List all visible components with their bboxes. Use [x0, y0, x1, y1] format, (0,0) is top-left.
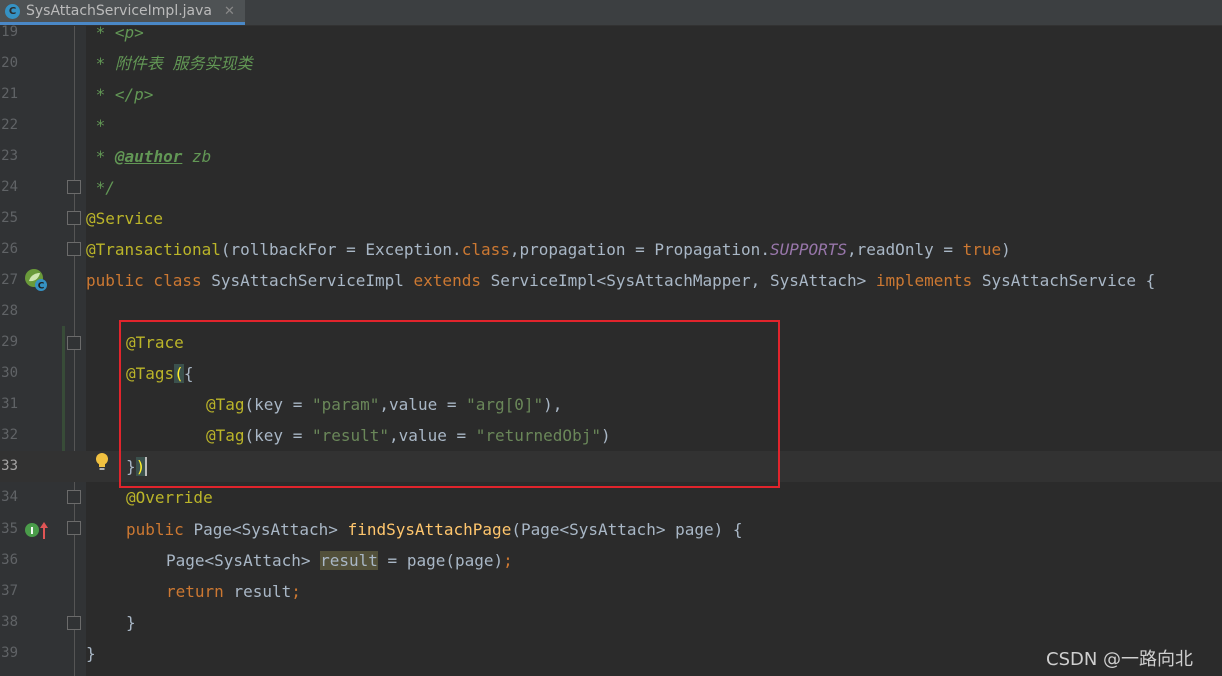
code-line: 35 public Page<SysAttach> findSysAttachP…: [0, 514, 1222, 545]
class-name: SysAttachServiceImpl: [211, 271, 414, 290]
line-number: 22: [1, 117, 18, 133]
code-line: 36 Page<SysAttach> result = page(page);: [0, 545, 1222, 576]
static-field: SUPPORTS: [769, 240, 848, 259]
line-number: 19: [1, 24, 18, 40]
variable-usage: result: [320, 551, 378, 570]
lightbulb-icon[interactable]: [95, 452, 109, 472]
svg-text:I: I: [30, 526, 34, 537]
method-name: findSysAttachPage: [347, 520, 512, 539]
code-line: 38 }: [0, 607, 1222, 638]
code-text: public class SysAttachServiceImpl extend…: [86, 265, 1155, 296]
code-line: 27 public class SysAttachServiceImpl ext…: [0, 265, 1222, 296]
line-number: 31: [1, 396, 18, 412]
fold-marker[interactable]: [67, 521, 81, 535]
code-text: Page<SysAttach> result = page(page);: [166, 545, 513, 576]
line-number: 27: [1, 272, 18, 288]
keyword: public: [126, 520, 194, 539]
keyword: public class: [86, 271, 212, 290]
keyword: extends: [413, 271, 491, 290]
code-line: 20 * 附件表 服务实现类: [0, 48, 1222, 79]
code-text: * </p>: [86, 85, 154, 104]
code-line: 23 * @author zb: [0, 141, 1222, 172]
svg-text:C: C: [38, 282, 45, 292]
line-number: 20: [1, 55, 18, 71]
code-text: *: [86, 116, 106, 135]
code-text: }: [126, 613, 136, 632]
doc-text: zb: [182, 147, 212, 166]
code-text: }: [86, 644, 96, 663]
code-text: * 附件表 服务实现类: [86, 54, 253, 73]
code-line: 24 */: [0, 172, 1222, 203]
keyword: implements: [875, 271, 982, 290]
code-line: 21 * </p>: [0, 79, 1222, 110]
keyword: class: [461, 240, 510, 259]
spring-bean-icon[interactable]: C: [24, 268, 48, 292]
code-line: 19 * <p>: [0, 17, 1222, 48]
line-number: 33: [1, 458, 18, 474]
keyword: true: [962, 240, 1002, 259]
semicolon: ;: [291, 582, 301, 601]
code-text: * @author zb: [86, 141, 212, 172]
watermark: CSDN @一路向北⁠: [1046, 649, 1194, 670]
annotation: @Transactional: [86, 240, 221, 259]
code-fragment: ,readOnly =: [847, 240, 963, 259]
implements-method-icon[interactable]: I: [24, 519, 50, 541]
line-number: 38: [1, 614, 18, 630]
code-fragment: ServiceImpl<SysAttachMapper, SysAttach>: [490, 271, 876, 290]
line-number: 21: [1, 86, 18, 102]
fold-marker[interactable]: [67, 490, 81, 504]
code-text: @Service: [86, 209, 164, 228]
doc-text: *: [86, 147, 115, 166]
code-line: 39 }: [0, 638, 1222, 669]
line-number: 32: [1, 427, 18, 443]
code-line: 22 *: [0, 110, 1222, 141]
code-fragment: (rollbackFor = Exception.: [220, 240, 462, 259]
code-fragment: Page<SysAttach>: [193, 520, 348, 539]
line-number: 23: [1, 148, 18, 164]
code-line: 25 @Service: [0, 203, 1222, 234]
code-fragment: Page<SysAttach>: [166, 551, 321, 570]
code-text: return result;: [166, 576, 301, 607]
fold-marker[interactable]: [67, 336, 81, 350]
code-fragment: ,propagation = Propagation.: [509, 240, 770, 259]
code-line: 37 return result;: [0, 576, 1222, 607]
fold-marker[interactable]: [67, 211, 81, 225]
fold-marker[interactable]: [67, 242, 81, 256]
code-fragment: ): [1001, 240, 1011, 259]
doc-tag: @author: [114, 147, 183, 166]
annotation-highlight-box: [119, 320, 780, 488]
line-number: 34: [1, 489, 18, 505]
code-line: 26 @Transactional(rollbackFor = Exceptio…: [0, 234, 1222, 265]
line-number: 28: [1, 303, 18, 319]
line-number: 29: [1, 334, 18, 350]
fold-marker[interactable]: [67, 616, 81, 630]
code-text: */: [86, 178, 115, 197]
code-text: @Transactional(rollbackFor = Exception.c…: [86, 234, 1011, 265]
code-text: * <p>: [86, 23, 144, 42]
line-number: 39: [1, 645, 18, 661]
line-number: 25: [1, 210, 18, 226]
line-number: 30: [1, 365, 18, 381]
code-fragment: = page(page): [377, 551, 504, 570]
line-number: 24: [1, 179, 18, 195]
code-fragment: SysAttachService {: [981, 271, 1156, 290]
line-number: 26: [1, 241, 18, 257]
fold-marker[interactable]: [67, 180, 81, 194]
line-number: 37: [1, 583, 18, 599]
code-fragment: result: [233, 582, 292, 601]
code-fragment: (Page<SysAttach> page) {: [511, 520, 743, 539]
line-number: 35: [1, 521, 18, 537]
code-text: public Page<SysAttach> findSysAttachPage…: [126, 514, 743, 545]
semicolon: ;: [503, 551, 513, 570]
line-number: 36: [1, 552, 18, 568]
keyword: return: [166, 582, 234, 601]
